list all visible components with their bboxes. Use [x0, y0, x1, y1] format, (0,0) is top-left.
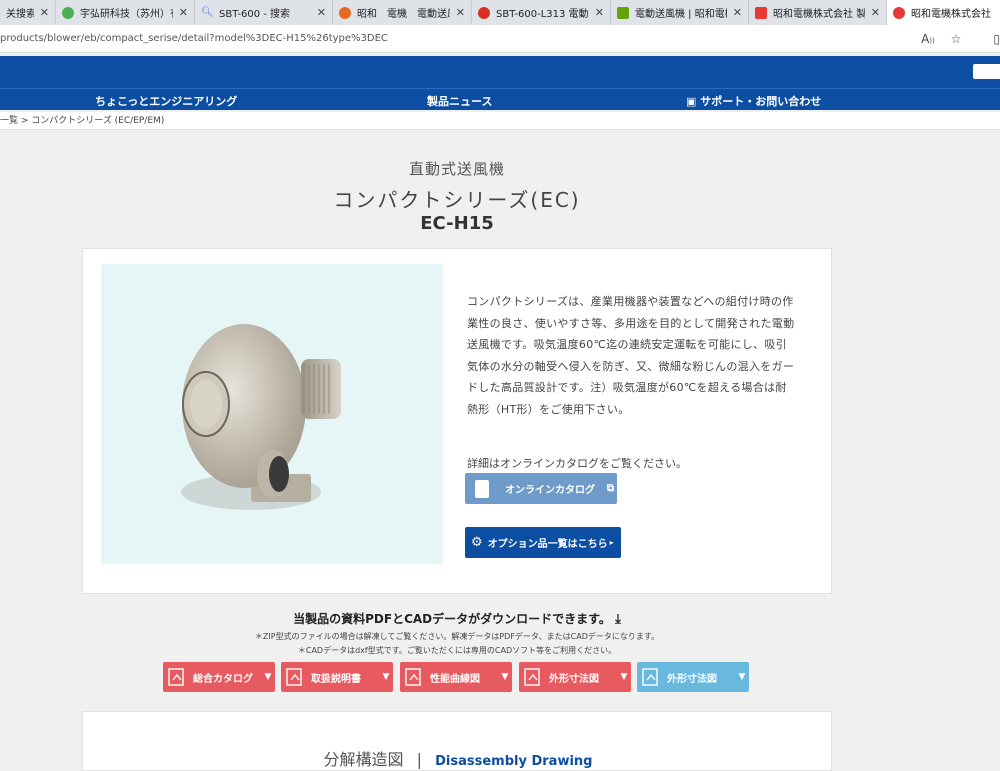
- tab-title: 電動送風機 | 昭和電機: [635, 9, 727, 20]
- site-icon: [617, 6, 629, 19]
- close-icon[interactable]: ✕: [456, 6, 465, 19]
- download-note-cad: ＊CADデータはdxf型式です。ご覧いただくには専用のCADソフト等をご利用くだ…: [297, 646, 617, 655]
- browser-tab-active[interactable]: 昭和電機株式会社 製: [887, 0, 1000, 25]
- browser-tab[interactable]: 電動送風機 | 昭和電機 ✕: [611, 0, 749, 25]
- read-aloud-icon[interactable]: A)): [914, 32, 942, 46]
- pdf-file-icon: [286, 668, 302, 686]
- globe-icon: [62, 6, 74, 19]
- site-icon: [478, 6, 490, 19]
- disassembly-title-ja: 分解構造図: [323, 750, 404, 769]
- disassembly-card: 分解構造図 | Disassembly Drawing: [82, 711, 832, 771]
- product-image: [101, 264, 443, 564]
- chevron-right-icon: ▸: [609, 538, 614, 547]
- download-heading-text: 当製品の資料PDFとCADデータがダウンロードできます。: [293, 612, 611, 626]
- title-divider: |: [416, 750, 423, 769]
- site-icon: [755, 6, 767, 19]
- download-label: 取扱説明書: [311, 673, 361, 685]
- site-icon: [339, 6, 351, 19]
- download-label: 外形寸法図: [667, 673, 717, 685]
- model-title: EC-H15: [420, 213, 494, 234]
- tab-title: 宇弘研科技（苏州）有: [80, 9, 173, 20]
- chevron-down-icon[interactable]: ▼: [617, 672, 631, 682]
- split-screen-icon[interactable]: ▯: [970, 32, 1000, 46]
- download-note-zip: ＊ZIP型式のファイルの場合は解凍してご覧ください。解凍データはPDFデータ、ま…: [254, 632, 660, 641]
- url-field[interactable]: products/blower/eb/compact_serise/detail…: [0, 33, 914, 44]
- close-icon[interactable]: ✕: [179, 6, 188, 19]
- nav-item-engineering[interactable]: ちょこっとエンジニアリング: [95, 93, 237, 109]
- pdf-file-icon: [524, 668, 540, 686]
- nav-item-support[interactable]: ▣ サポート・お問い合わせ: [686, 93, 821, 109]
- browser-tab[interactable]: 关搜索 ✕: [0, 0, 56, 25]
- download-button-performance[interactable]: 性能曲線図 ▼: [400, 662, 512, 692]
- product-category: 直動式送風機: [408, 160, 505, 178]
- pdf-file-icon: [168, 668, 184, 686]
- tab-title: SBT-600-L313 電動送: [496, 9, 589, 20]
- download-label: 外形寸法図: [549, 673, 599, 685]
- header-search-box[interactable]: [973, 64, 1000, 79]
- tab-title: 昭和電機株式会社 製: [911, 9, 994, 20]
- tab-title: 昭和電機株式会社 製品: [773, 9, 865, 20]
- cad-file-icon: [642, 668, 658, 686]
- nav-item-support-label: サポート・お問い合わせ: [700, 95, 822, 108]
- site-header: [0, 56, 1000, 88]
- tab-title: SBT-600 - 搜索: [219, 9, 291, 20]
- book-icon: [475, 479, 489, 498]
- close-icon[interactable]: ✕: [871, 6, 880, 19]
- browser-tab[interactable]: 🔍︎ SBT-600 - 搜索 ✕: [195, 0, 333, 25]
- download-heading: 当製品の資料PDFとCADデータがダウンロードできます。 ⤓: [0, 610, 914, 627]
- address-bar: products/blower/eb/compact_serise/detail…: [0, 25, 1000, 53]
- online-catalog-label: オンラインカタログ: [505, 485, 595, 496]
- close-icon[interactable]: ✕: [40, 6, 49, 19]
- pdf-file-icon: [405, 668, 421, 686]
- catalog-note: 詳細はオンラインカタログをご覧ください。: [467, 457, 687, 470]
- chevron-down-icon[interactable]: ▼: [261, 672, 275, 682]
- browser-tab[interactable]: 宇弘研科技（苏州）有 ✕: [56, 0, 195, 25]
- close-icon[interactable]: ✕: [595, 6, 604, 19]
- disassembly-title: 分解構造図 | Disassembly Drawing: [83, 746, 833, 770]
- download-icon: ⤓: [615, 612, 621, 627]
- chat-icon: ▣: [686, 95, 701, 108]
- download-label: 総合カタログ: [193, 673, 253, 685]
- tab-title: 昭和 電機 電動送風: [357, 9, 450, 20]
- browser-tab[interactable]: 昭和電機株式会社 製品 ✕: [749, 0, 887, 25]
- external-link-icon: ⧉: [607, 483, 615, 494]
- chevron-down-icon[interactable]: ▼: [498, 672, 512, 682]
- search-icon: 🔍︎: [201, 6, 214, 18]
- browser-tab[interactable]: 昭和 電機 電動送風 ✕: [333, 0, 472, 25]
- product-card: コンパクトシリーズは、産業用機器や装置などへの組付け時の作業性の良さ、使いやすさ…: [82, 248, 832, 594]
- online-catalog-button[interactable]: オンラインカタログ ⧉: [465, 473, 617, 504]
- close-icon[interactable]: ✕: [733, 6, 742, 19]
- chevron-down-icon[interactable]: ▼: [379, 672, 393, 682]
- chevron-down-icon[interactable]: ▼: [735, 672, 749, 682]
- download-label: 性能曲線図: [430, 673, 480, 685]
- series-title: コンパクトシリーズ(EC): [333, 188, 581, 212]
- options-list-label: オプション品一覧はこちら: [487, 539, 608, 550]
- close-icon[interactable]: ✕: [317, 6, 326, 19]
- disassembly-title-en: Disassembly Drawing: [435, 754, 593, 769]
- favorite-star-icon[interactable]: ☆: [942, 32, 970, 46]
- download-button-manual[interactable]: 取扱説明書 ▼: [281, 662, 393, 692]
- site-nav: ちょこっとエンジニアリング 製品ニュース ▣ サポート・お問い合わせ: [0, 88, 1000, 110]
- browser-tab-bar: 关搜索 ✕ 宇弘研科技（苏州）有 ✕ 🔍︎ SBT-600 - 搜索 ✕ 昭和 電機 電…: [0, 0, 1000, 25]
- nav-item-news[interactable]: 製品ニュース: [427, 93, 492, 109]
- product-description: コンパクトシリーズは、産業用機器や装置などへの組付け時の作業性の良さ、使いやすさ…: [467, 295, 795, 416]
- breadcrumb[interactable]: 一覧 > コンパクトシリーズ (EC/EP/EM): [0, 112, 1000, 130]
- gears-icon: ⚙: [471, 535, 483, 550]
- tab-title: 关搜索: [6, 9, 34, 20]
- options-list-button[interactable]: ⚙ オプション品一覧はこちら ▸: [465, 527, 621, 558]
- download-button-catalog[interactable]: 総合カタログ ▼: [163, 662, 275, 692]
- download-button-dimension-pdf[interactable]: 外形寸法図 ▼: [519, 662, 631, 692]
- download-button-dimension-cad[interactable]: 外形寸法図 ▼: [637, 662, 749, 692]
- browser-tab[interactable]: SBT-600-L313 電動送 ✕: [472, 0, 611, 25]
- site-icon: [893, 6, 905, 19]
